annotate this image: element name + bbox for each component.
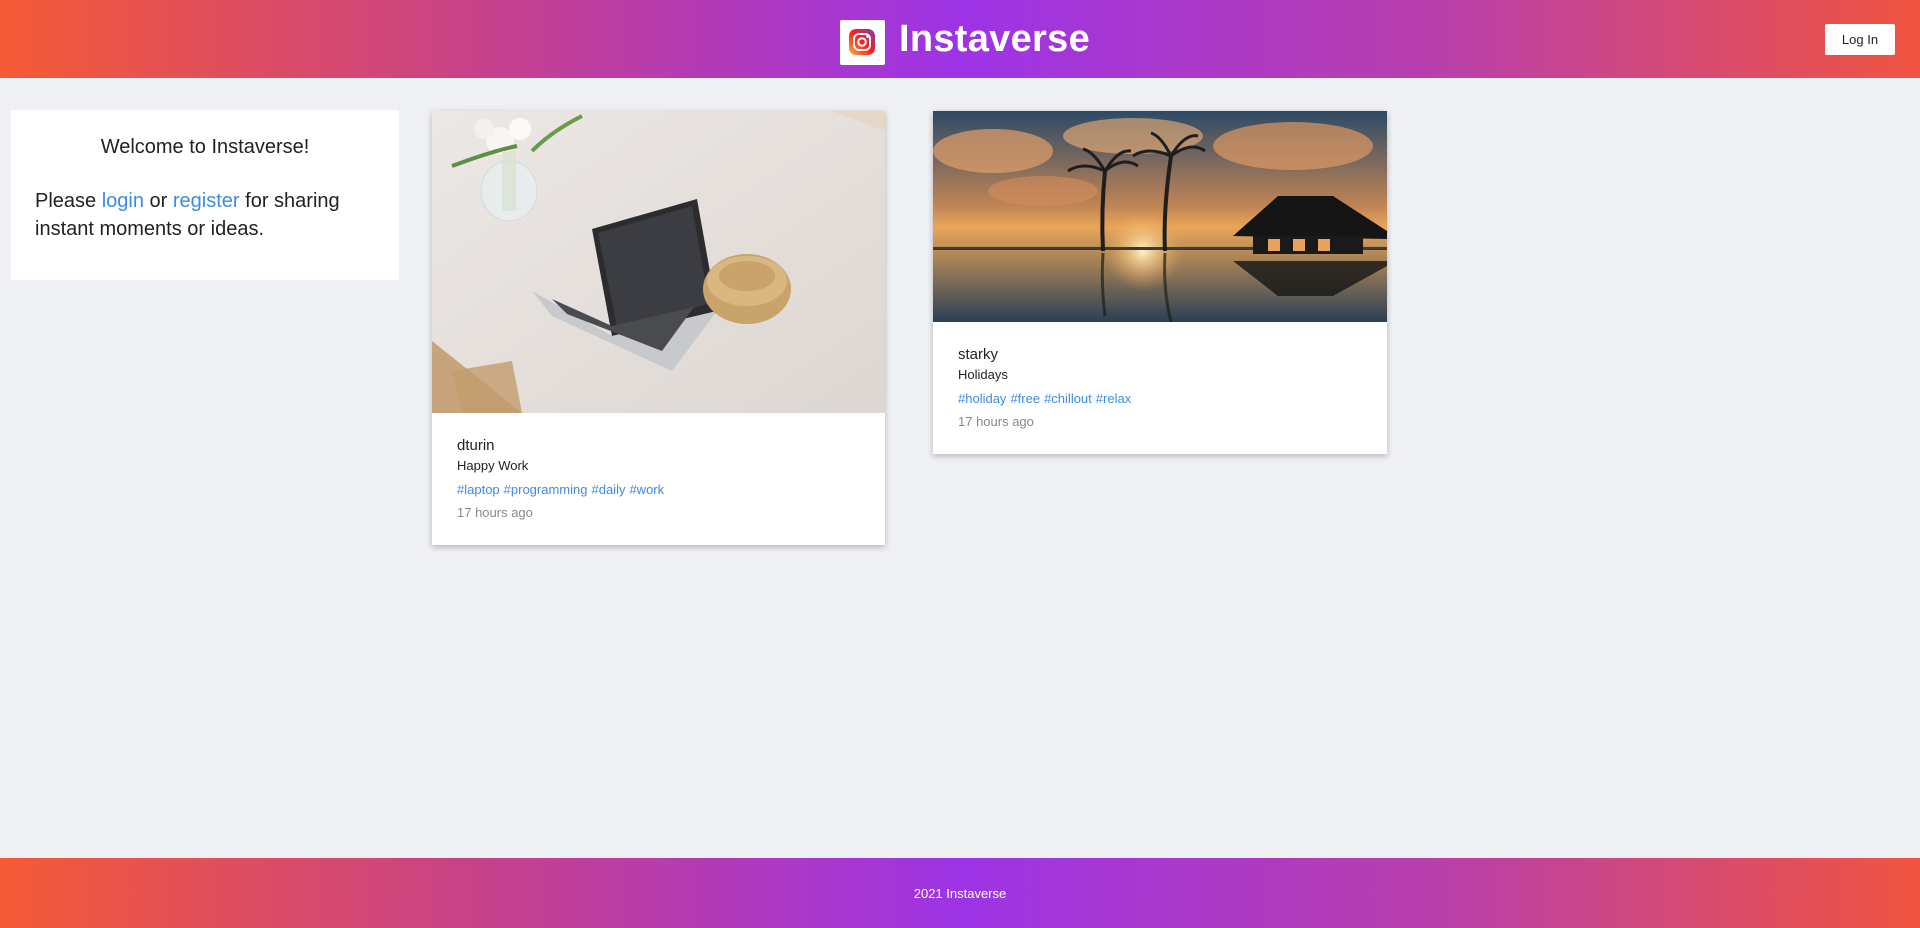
post-card[interactable]: starky Holidays #holiday #free #chillout #r… <box>933 111 1387 454</box>
post-tag[interactable]: #free <box>1010 391 1040 406</box>
login-link[interactable]: login <box>102 190 144 212</box>
post-tag[interactable]: #programming <box>504 482 588 497</box>
footer-text: 2021 Instaverse <box>913 885 1007 901</box>
post-tag[interactable]: #laptop <box>457 482 500 497</box>
post-caption: Happy Work <box>457 458 529 473</box>
welcome-title: Welcome to Instaverse! <box>100 136 310 158</box>
login-button[interactable]: Log In <box>1825 24 1895 55</box>
post-body: starky Holidays #holiday #free #chillout #r… <box>933 322 1387 453</box>
welcome-text-prefix: Please <box>35 190 102 212</box>
app-footer: 2021 Instaverse <box>0 858 1920 928</box>
post-tag[interactable]: #holiday <box>958 391 1006 406</box>
post-body: dturin Happy Work #laptop #programming #da… <box>432 413 885 544</box>
post-tag[interactable]: #work <box>629 482 664 497</box>
welcome-text: Please login or register for sharing ins… <box>35 187 375 243</box>
register-link[interactable]: register <box>173 190 240 212</box>
post-tag[interactable]: #relax <box>1096 391 1131 406</box>
brand-title: Instaverse <box>898 17 1090 60</box>
app-header: Instaverse Log In <box>0 0 1920 78</box>
post-caption: Holidays <box>958 367 1008 382</box>
post-tags: #holiday #free #chillout #relax <box>958 391 1362 406</box>
post-tags: #laptop #programming #daily #work <box>457 482 860 497</box>
post-username[interactable]: starky <box>958 346 1362 363</box>
post-time: 17 hours ago <box>958 414 1034 429</box>
post-username[interactable]: dturin <box>457 437 860 454</box>
brand[interactable]: Instaverse <box>839 14 1090 65</box>
post-image-sunset[interactable] <box>933 111 1387 322</box>
post-tag[interactable]: #daily <box>591 482 625 497</box>
post-image-laptop[interactable] <box>432 111 885 413</box>
post-tag[interactable]: #chillout <box>1044 391 1092 406</box>
welcome-text-mid: or <box>143 190 173 212</box>
instagram-icon[interactable] <box>839 19 885 65</box>
post-time: 17 hours ago <box>457 505 533 520</box>
welcome-panel: Welcome to Instaverse! Please login or r… <box>11 110 399 280</box>
post-card[interactable]: dturin Happy Work #laptop #programming #da… <box>432 111 885 545</box>
